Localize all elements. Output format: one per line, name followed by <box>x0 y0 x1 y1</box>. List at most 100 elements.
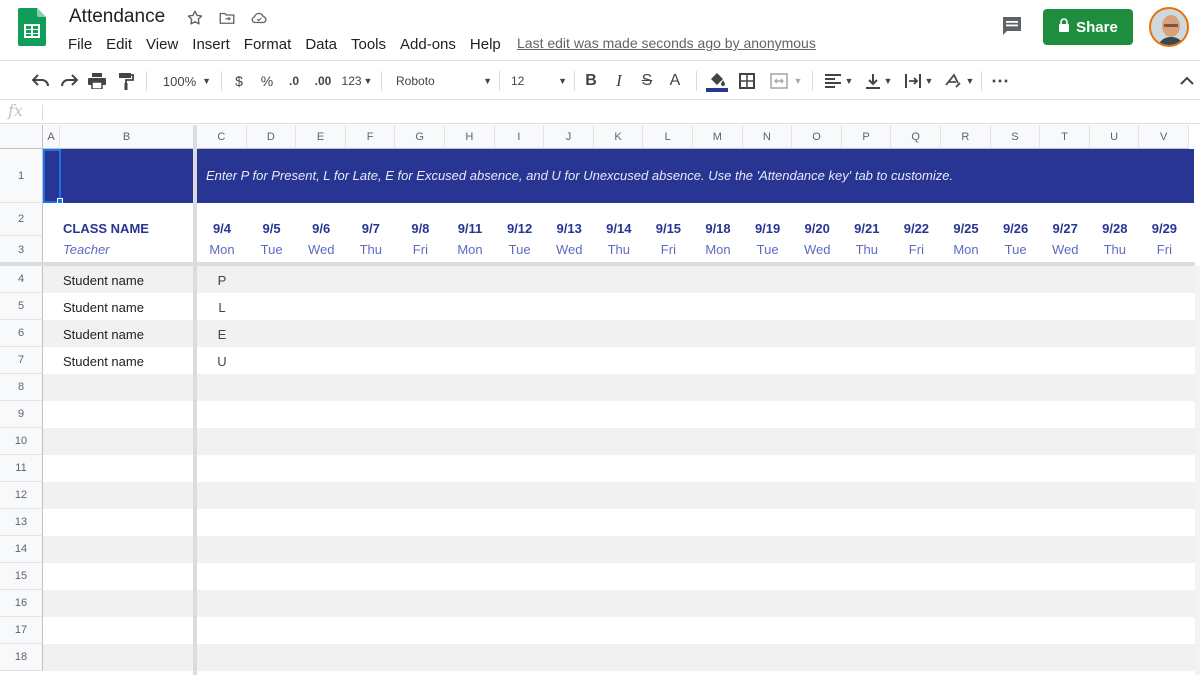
date-cell[interactable]: 9/22 <box>891 221 941 236</box>
share-button[interactable]: Share <box>1043 9 1133 45</box>
move-folder-icon[interactable] <box>217 8 237 28</box>
column-header[interactable]: S <box>990 125 1041 149</box>
text-color-button[interactable]: A <box>666 61 684 101</box>
column-header[interactable]: B <box>60 125 194 149</box>
vertical-scrollbar[interactable] <box>1195 266 1200 675</box>
row-header[interactable]: 12 <box>0 482 43 509</box>
column-header[interactable]: C <box>197 125 247 149</box>
font-select[interactable]: Roboto ▼ <box>396 61 492 101</box>
student-name-cell[interactable]: Student name <box>63 354 144 369</box>
date-cell[interactable]: 9/8 <box>395 221 445 236</box>
print-icon[interactable] <box>86 61 108 101</box>
date-cell[interactable]: 9/15 <box>643 221 693 236</box>
strikethrough-button[interactable]: S <box>638 61 656 101</box>
column-header[interactable]: D <box>246 125 297 149</box>
teacher-cell[interactable]: Teacher <box>63 242 110 257</box>
column-header[interactable]: T <box>1040 125 1090 149</box>
row-freeze-bar[interactable] <box>0 262 1195 266</box>
star-icon[interactable] <box>185 8 205 28</box>
borders-icon[interactable] <box>737 61 757 101</box>
row-header[interactable]: 2 <box>0 203 43 236</box>
more-options-icon[interactable]: ⋯ <box>990 61 1010 101</box>
decrease-decimal-button[interactable]: .0 <box>284 61 304 101</box>
menu-edit[interactable]: Edit <box>100 36 138 53</box>
column-header[interactable]: O <box>792 125 842 149</box>
column-header[interactable]: G <box>395 125 445 149</box>
weekday-cell[interactable]: Thu <box>1090 242 1140 257</box>
row-header[interactable]: 7 <box>0 347 43 374</box>
weekday-cell[interactable]: Tue <box>991 242 1041 257</box>
date-cell[interactable]: 9/18 <box>693 221 743 236</box>
text-wrapping-icon[interactable]: ▼ <box>902 61 936 101</box>
weekday-cell[interactable]: Thu <box>594 242 644 257</box>
date-cell[interactable]: 9/7 <box>346 221 396 236</box>
date-cell[interactable]: 9/14 <box>594 221 644 236</box>
weekday-cell[interactable]: Wed <box>792 242 842 257</box>
menu-view[interactable]: View <box>140 36 184 53</box>
row-header[interactable]: 6 <box>0 320 43 347</box>
last-edit-link[interactable]: Last edit was made seconds ago by anonym… <box>517 35 816 51</box>
weekday-cell[interactable]: Mon <box>445 242 495 257</box>
column-header[interactable]: A <box>43 125 60 149</box>
attendance-code-cell[interactable]: U <box>197 354 247 369</box>
date-cell[interactable]: 9/11 <box>445 221 495 236</box>
weekday-cell[interactable]: Wed <box>544 242 594 257</box>
student-name-cell[interactable]: Student name <box>63 300 144 315</box>
weekday-cell[interactable]: Fri <box>643 242 693 257</box>
date-cell[interactable]: 9/27 <box>1040 221 1090 236</box>
horizontal-align-icon[interactable]: ▼ <box>822 61 856 101</box>
bold-button[interactable]: B <box>582 61 600 101</box>
weekday-cell[interactable]: Wed <box>1040 242 1090 257</box>
comment-icon[interactable] <box>1000 14 1024 38</box>
row-header[interactable]: 11 <box>0 455 43 482</box>
date-cell[interactable]: 9/21 <box>842 221 892 236</box>
column-header[interactable]: H <box>445 125 495 149</box>
currency-button[interactable]: $ <box>230 61 248 101</box>
collapse-toolbar-icon[interactable] <box>1178 61 1196 101</box>
weekday-cell[interactable]: Tue <box>743 242 793 257</box>
vertical-align-icon[interactable]: ▼ <box>862 61 896 101</box>
menu-file[interactable]: File <box>62 36 98 53</box>
date-cell[interactable]: 9/13 <box>544 221 594 236</box>
weekday-cell[interactable]: Fri <box>395 242 445 257</box>
column-header[interactable]: J <box>544 125 594 149</box>
cloud-status-icon[interactable] <box>249 8 269 28</box>
menu-data[interactable]: Data <box>299 36 343 53</box>
row-header[interactable]: 17 <box>0 617 43 644</box>
row-header[interactable]: 3 <box>0 236 43 264</box>
class-name-cell[interactable]: CLASS NAME <box>63 221 149 236</box>
date-cell[interactable]: 9/19 <box>743 221 793 236</box>
more-formats-select[interactable]: 123 ▼ <box>340 61 374 101</box>
row-header[interactable]: 5 <box>0 293 43 320</box>
row-header[interactable]: 4 <box>0 266 43 293</box>
column-header[interactable]: U <box>1089 125 1140 149</box>
row-header[interactable]: 15 <box>0 563 43 590</box>
date-cell[interactable]: 9/25 <box>941 221 991 236</box>
student-name-cell[interactable]: Student name <box>63 273 144 288</box>
weekday-cell[interactable]: Fri <box>891 242 941 257</box>
weekday-cell[interactable]: Tue <box>247 242 297 257</box>
font-size-select[interactable]: 12 ▼ <box>511 61 567 101</box>
italic-button[interactable]: I <box>610 61 628 101</box>
column-header[interactable]: M <box>693 125 743 149</box>
weekday-cell[interactable]: Wed <box>296 242 346 257</box>
avatar[interactable] <box>1149 7 1189 47</box>
date-cell[interactable]: 9/12 <box>495 221 545 236</box>
row-header[interactable]: 8 <box>0 374 43 401</box>
zoom-select[interactable]: 100% ▼ <box>158 61 216 101</box>
weekday-cell[interactable]: Fri <box>1139 242 1189 257</box>
date-cell[interactable]: 9/6 <box>296 221 346 236</box>
percent-button[interactable]: % <box>258 61 276 101</box>
attendance-code-cell[interactable]: P <box>197 273 247 288</box>
increase-decimal-button[interactable]: .00 <box>312 61 334 101</box>
column-header[interactable]: I <box>494 125 545 149</box>
row-header[interactable]: 9 <box>0 401 43 428</box>
column-header[interactable]: L <box>643 125 693 149</box>
paint-format-icon[interactable] <box>115 61 137 101</box>
column-header[interactable]: K <box>593 125 644 149</box>
column-header[interactable]: N <box>742 125 793 149</box>
column-header[interactable]: P <box>841 125 892 149</box>
undo-icon[interactable] <box>30 61 52 101</box>
menu-format[interactable]: Format <box>238 36 298 53</box>
attendance-code-cell[interactable]: E <box>197 327 247 342</box>
